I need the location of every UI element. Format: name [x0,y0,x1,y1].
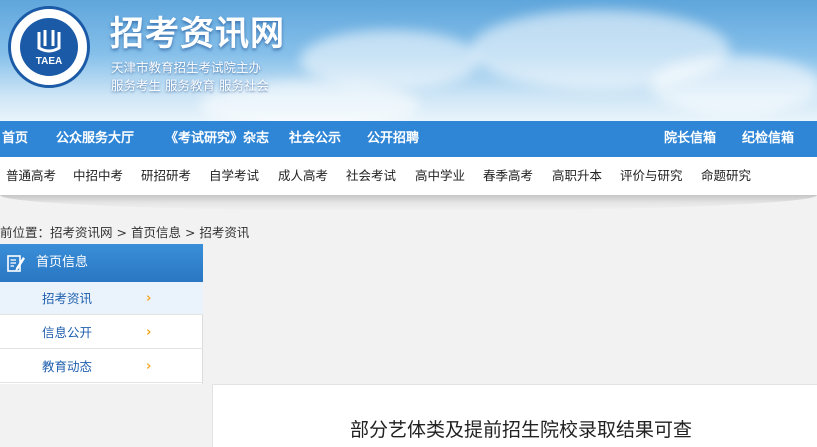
main-nav-public-notice[interactable]: 社会公示 [289,121,341,157]
main-nav-president-mailbox[interactable]: 院长信箱 [664,121,716,157]
breadcrumb-separator: > [180,225,200,240]
chevron-right-icon: › [146,291,152,306]
article-title: 部分艺体类及提前招生院校录取结果可查 [350,419,693,441]
main-nav-home[interactable]: 首页 [2,121,28,157]
sidebar-item-label: 教育动态 [42,359,93,374]
main-nav-discipline-mailbox[interactable]: 纪检信箱 [742,121,794,157]
sidebar-header: 首页信息 [0,244,203,282]
sub-nav-item[interactable]: 成人高考 [278,157,328,195]
site-logo[interactable]: TAEA [8,6,90,88]
main-nav-public-service[interactable]: 公众服务大厅 [56,121,134,157]
breadcrumb-separator: > [112,225,131,240]
breadcrumb-prefix: 前位置： [0,225,51,240]
sub-nav-item[interactable]: 自学考试 [209,157,259,195]
site-subtitle-organizer: 天津市教育招生考试院主办 [111,60,262,75]
sidebar-item-info-disclosure[interactable]: 信息公开 › [0,316,203,349]
sidebar-item-education-news[interactable]: 教育动态 › [0,350,203,383]
logo-mark-icon [37,30,61,53]
breadcrumb: 前位置：招考资讯网 > 首页信息 > 招考资讯 [0,222,249,240]
site-title: 招考资讯网 [110,14,285,54]
edit-note-icon [7,255,25,272]
breadcrumb-link-site[interactable]: 招考资讯网 [50,225,113,240]
chevron-right-icon: › [146,359,152,374]
breadcrumb-current[interactable]: 招考资讯 [199,225,249,240]
main-nav-recruitment[interactable]: 公开招聘 [367,121,419,157]
sidebar: 首页信息 招考资讯 › 信息公开 › 教育动态 › [0,244,203,384]
sub-nav-item[interactable]: 研招研考 [141,157,191,195]
main-nav: 首页 公众服务大厅 《考试研究》杂志 社会公示 公开招聘 院长信箱 纪检信箱 [0,121,817,157]
sub-nav-item[interactable]: 评价与研究 [620,157,683,195]
site-slogan: 服务考生 服务教育 服务社会 [111,78,269,93]
sub-nav-shadow [0,195,817,211]
sidebar-item-label: 信息公开 [42,325,93,340]
article-panel: 部分艺体类及提前招生院校录取结果可查 [212,384,817,447]
sidebar-item-label: 招考资讯 [42,291,93,306]
sub-nav-item[interactable]: 高职升本 [552,157,602,195]
logo-text: TAEA [35,56,63,67]
cloud-decoration [650,55,817,115]
sidebar-title: 首页信息 [36,255,89,270]
main-nav-journal[interactable]: 《考试研究》杂志 [165,121,269,157]
logo-emblem: TAEA [20,18,78,76]
sub-nav-item[interactable]: 中招中考 [73,157,123,195]
sub-nav-item[interactable]: 命题研究 [701,157,751,195]
breadcrumb-link-home-info[interactable]: 首页信息 [131,225,181,240]
sub-nav-item[interactable]: 普通高考 [6,157,56,195]
header-banner: TAEA 招考资讯网 天津市教育招生考试院主办 服务考生 服务教育 服务社会 [0,0,817,121]
sidebar-item-admission-news[interactable]: 招考资讯 › [0,282,203,315]
sub-nav-item[interactable]: 社会考试 [346,157,396,195]
sub-nav-item[interactable]: 高中学业 [415,157,465,195]
sub-nav-item[interactable]: 春季高考 [483,157,533,195]
chevron-right-icon: › [146,325,152,340]
sub-nav: 普通高考 中招中考 研招研考 自学考试 成人高考 社会考试 高中学业 春季高考 … [0,157,817,195]
